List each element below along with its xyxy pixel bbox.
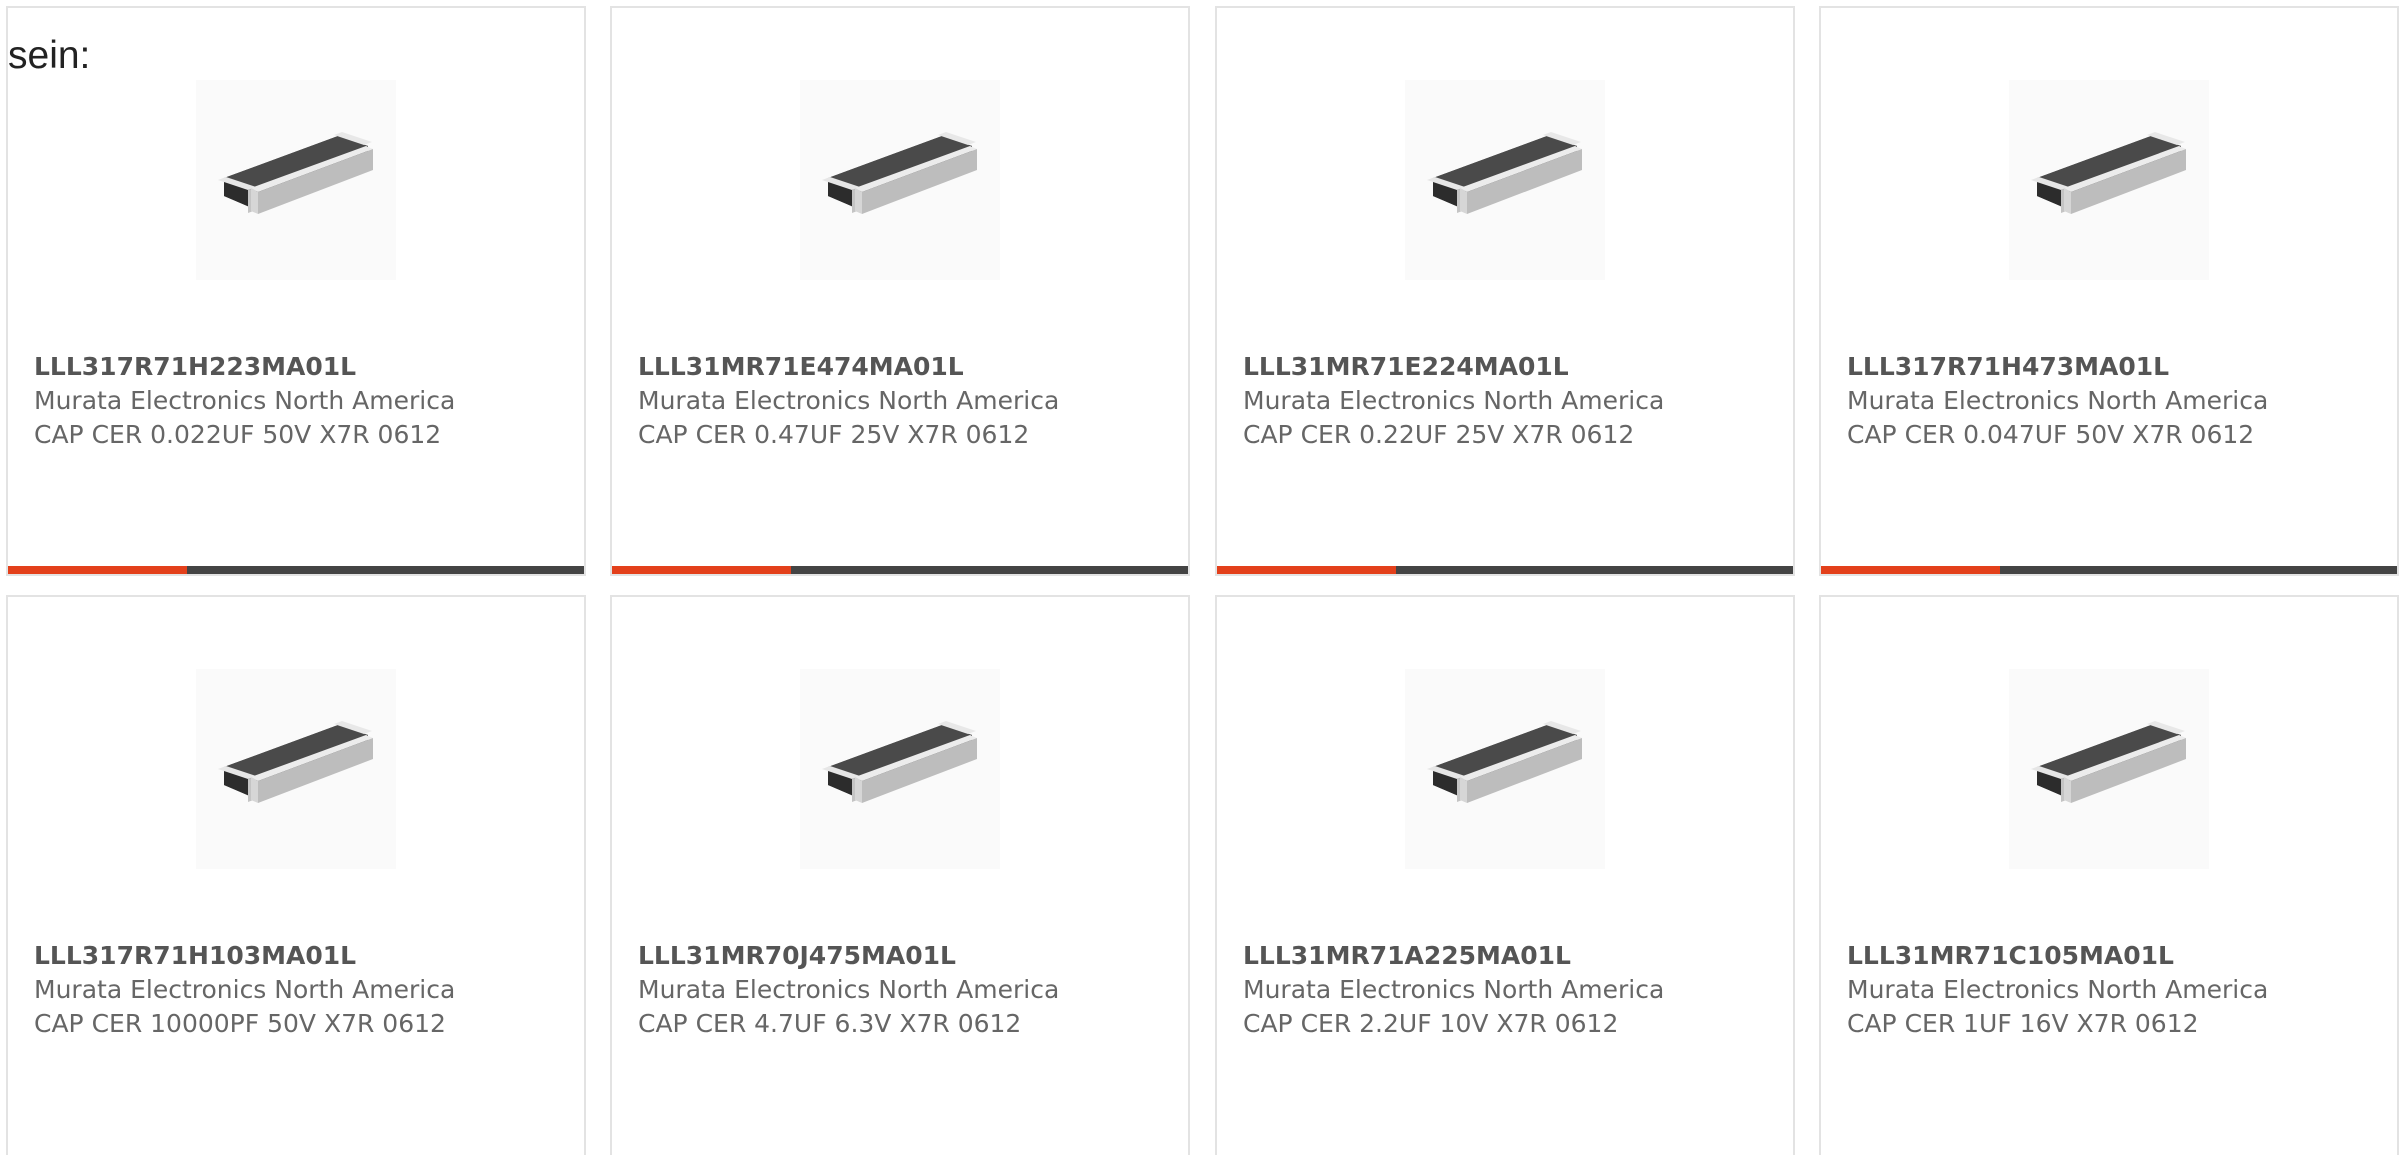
progress-bar: [1217, 566, 1793, 574]
progress-bar-fill: [1217, 566, 1396, 574]
part-number-link[interactable]: LLL317R71H223MA01L: [34, 351, 356, 384]
product-card[interactable]: LLL31MR71E224MA01L Murata Electronics No…: [1215, 6, 1795, 576]
product-card[interactable]: LLL31MR71C105MA01L Murata Electronics No…: [1819, 595, 2399, 1155]
part-number-link[interactable]: LLL31MR71C105MA01L: [1847, 940, 2174, 973]
ceramic-capacitor-chip-icon[interactable]: [196, 669, 396, 869]
manufacturer-name: Murata Electronics North America: [1847, 386, 2269, 415]
product-image: [822, 132, 977, 214]
part-number-link[interactable]: LLL31MR70J475MA01L: [638, 940, 956, 973]
progress-bar: [1821, 566, 2397, 574]
product-image: [2031, 132, 2186, 214]
ceramic-capacitor-chip-icon[interactable]: [2009, 669, 2209, 869]
product-card[interactable]: LLL31MR71A225MA01L Murata Electronics No…: [1215, 595, 1795, 1155]
part-number-link[interactable]: LLL31MR71E224MA01L: [1243, 351, 1569, 384]
part-number-link[interactable]: LLL317R71H473MA01L: [1847, 351, 2169, 384]
product-description: CAP CER 4.7UF 6.3V X7R 0612: [638, 1009, 1022, 1038]
ceramic-capacitor-chip-icon[interactable]: [1405, 669, 1605, 869]
product-card[interactable]: LLL317R71H223MA01L Murata Electronics No…: [6, 6, 586, 576]
product-description: CAP CER 0.22UF 25V X7R 0612: [1243, 420, 1635, 449]
ceramic-capacitor-chip-icon[interactable]: [800, 669, 1000, 869]
product-description: CAP CER 1UF 16V X7R 0612: [1847, 1009, 2199, 1038]
manufacturer-name: Murata Electronics North America: [34, 975, 456, 1004]
manufacturer-name: Murata Electronics North America: [1847, 975, 2269, 1004]
ceramic-capacitor-chip-icon[interactable]: [2009, 80, 2209, 280]
intro-text: sein:: [8, 34, 91, 77]
ceramic-capacitor-chip-icon[interactable]: [1405, 80, 1605, 280]
progress-bar-fill: [612, 566, 791, 574]
product-description: CAP CER 0.47UF 25V X7R 0612: [638, 420, 1030, 449]
manufacturer-name: Murata Electronics North America: [638, 386, 1060, 415]
manufacturer-name: Murata Electronics North America: [638, 975, 1060, 1004]
part-number-link[interactable]: LLL31MR71E474MA01L: [638, 351, 964, 384]
product-description: CAP CER 2.2UF 10V X7R 0612: [1243, 1009, 1619, 1038]
product-image: [1427, 721, 1582, 803]
product-description: CAP CER 0.022UF 50V X7R 0612: [34, 420, 442, 449]
product-card[interactable]: LLL317R71H473MA01L Murata Electronics No…: [1819, 6, 2399, 576]
product-description: CAP CER 10000PF 50V X7R 0612: [34, 1009, 446, 1038]
manufacturer-name: Murata Electronics North America: [1243, 975, 1665, 1004]
product-description: CAP CER 0.047UF 50V X7R 0612: [1847, 420, 2255, 449]
product-card[interactable]: LLL31MR71E474MA01L Murata Electronics No…: [610, 6, 1190, 576]
progress-bar-fill: [1821, 566, 2000, 574]
manufacturer-name: Murata Electronics North America: [34, 386, 456, 415]
product-card[interactable]: LLL317R71H103MA01L Murata Electronics No…: [6, 595, 586, 1155]
progress-bar: [612, 566, 1188, 574]
progress-bar-fill: [8, 566, 187, 574]
product-image: [822, 721, 977, 803]
part-number-link[interactable]: LLL317R71H103MA01L: [34, 940, 356, 973]
product-image: [218, 721, 373, 803]
manufacturer-name: Murata Electronics North America: [1243, 386, 1665, 415]
progress-bar: [8, 566, 584, 574]
product-image: [1427, 132, 1582, 214]
ceramic-capacitor-chip-icon[interactable]: [196, 80, 396, 280]
product-card[interactable]: LLL31MR70J475MA01L Murata Electronics No…: [610, 595, 1190, 1155]
ceramic-capacitor-chip-icon[interactable]: [800, 80, 1000, 280]
product-image: [2031, 721, 2186, 803]
product-image: [218, 132, 373, 214]
part-number-link[interactable]: LLL31MR71A225MA01L: [1243, 940, 1571, 973]
